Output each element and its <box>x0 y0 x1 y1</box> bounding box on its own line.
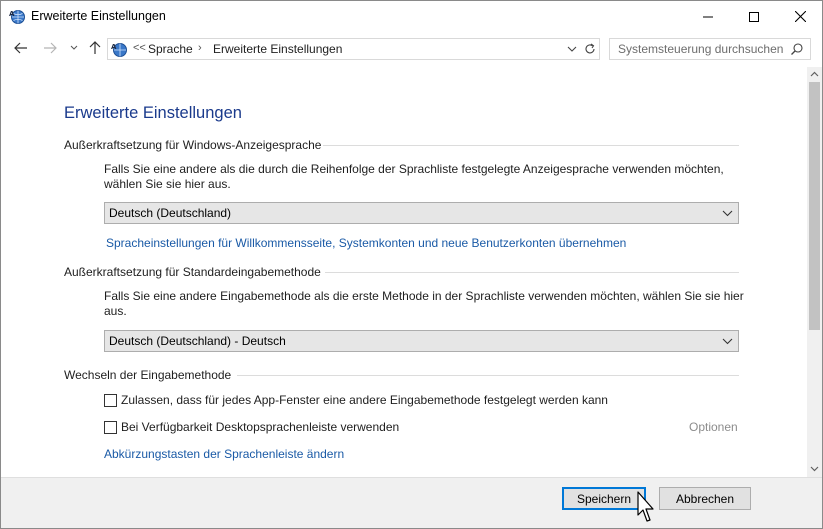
close-button[interactable] <box>777 1 822 32</box>
navigation-bar: A << Sprache › Erweiterte Einstellungen … <box>1 32 822 66</box>
breadcrumb-sprache[interactable]: Sprache <box>148 42 193 56</box>
scrollbar-thumb[interactable] <box>809 82 820 330</box>
search-icon[interactable] <box>790 42 804 56</box>
per-app-input-method-checkbox[interactable] <box>104 393 117 407</box>
maximize-button[interactable] <box>731 1 777 32</box>
group-divider <box>237 375 739 376</box>
display-language-header: Außerkraftsetzung für Windows-Anzeigespr… <box>64 138 322 152</box>
mouse-cursor-icon <box>637 491 654 522</box>
group-divider <box>325 272 739 273</box>
input-method-description: Falls Sie eine andere Eingabemethode als… <box>104 289 744 318</box>
search-input[interactable]: Systemsteuerung durchsuchen <box>609 38 811 60</box>
title-bar: A Erweiterte Einstellungen <box>1 1 822 32</box>
scroll-up-arrow-icon[interactable] <box>810 71 819 77</box>
vertical-scrollbar[interactable] <box>807 67 822 477</box>
display-language-selected: Deutsch (Deutschland) <box>109 206 232 220</box>
control-panel-location-icon: A <box>111 43 127 57</box>
window-title: Erweiterte Einstellungen <box>31 9 166 23</box>
display-language-description: Falls Sie eine andere als die durch die … <box>104 162 724 191</box>
language-bar-hotkeys-link[interactable]: Abkürzungstasten der Sprachenleiste ände… <box>104 447 344 461</box>
arrow-up-icon <box>89 41 101 54</box>
arrow-left-icon <box>14 42 27 54</box>
save-button[interactable]: Speichern <box>562 487 646 510</box>
breadcrumb-separator-icon[interactable]: › <box>198 42 202 54</box>
apply-welcome-screen-settings-link[interactable]: Spracheinstellungen für Willkommensseite… <box>106 236 626 250</box>
chevron-down-icon <box>722 338 733 345</box>
recent-locations-button[interactable] <box>64 38 84 58</box>
forward-button[interactable] <box>40 38 60 58</box>
back-button[interactable] <box>11 38 31 58</box>
language-control-panel-icon: A <box>9 10 25 24</box>
close-icon <box>794 11 806 22</box>
search-placeholder: Systemsteuerung durchsuchen <box>618 42 784 56</box>
main-content: Erweiterte Einstellungen Außerkraftsetzu… <box>1 67 807 477</box>
address-bar[interactable]: A << Sprache › Erweiterte Einstellungen <box>107 38 600 60</box>
up-button[interactable] <box>85 38 105 58</box>
maximize-icon <box>749 11 759 22</box>
input-method-select[interactable]: Deutsch (Deutschland) - Deutsch <box>104 330 739 352</box>
group-divider <box>323 145 739 146</box>
input-method-header: Außerkraftsetzung für Standardeingabemet… <box>64 265 321 279</box>
per-app-input-method-label[interactable]: Zulassen, dass für jedes App-Fenster ein… <box>121 393 608 407</box>
minimize-icon <box>703 16 713 17</box>
input-method-selected: Deutsch (Deutschland) - Deutsch <box>109 334 286 348</box>
desktop-language-bar-checkbox[interactable] <box>104 420 117 434</box>
switching-header: Wechseln der Eingabemethode <box>64 368 232 382</box>
minimize-button[interactable] <box>685 1 731 32</box>
svg-text:A: A <box>111 43 117 51</box>
scroll-down-arrow-icon[interactable] <box>810 466 819 472</box>
cancel-button[interactable]: Abbrechen <box>659 487 751 510</box>
per-app-input-method-checkbox-row[interactable]: Zulassen, dass für jedes App-Fenster ein… <box>104 393 608 407</box>
chevron-down-icon <box>722 210 733 217</box>
breadcrumb-erweiterte-einstellungen[interactable]: Erweiterte Einstellungen <box>213 42 342 56</box>
desktop-language-bar-checkbox-row[interactable]: Bei Verfügbarkeit Desktopsprachenleiste … <box>104 420 399 434</box>
window: A Erweiterte Einstellungen A << Sprache … <box>0 0 823 529</box>
chevron-down-icon <box>70 45 78 50</box>
arrow-right-icon <box>44 42 57 54</box>
chevron-down-icon[interactable] <box>566 43 578 55</box>
footer-bar: Speichern Abbrechen <box>1 477 822 528</box>
svg-text:A: A <box>9 10 15 18</box>
page-title: Erweiterte Einstellungen <box>64 104 242 122</box>
language-bar-options-link[interactable]: Optionen <box>689 420 738 434</box>
desktop-language-bar-label[interactable]: Bei Verfügbarkeit Desktopsprachenleiste … <box>121 420 399 434</box>
breadcrumb-overflow[interactable]: << <box>133 42 146 54</box>
display-language-select[interactable]: Deutsch (Deutschland) <box>104 202 739 224</box>
refresh-icon[interactable] <box>583 42 597 56</box>
